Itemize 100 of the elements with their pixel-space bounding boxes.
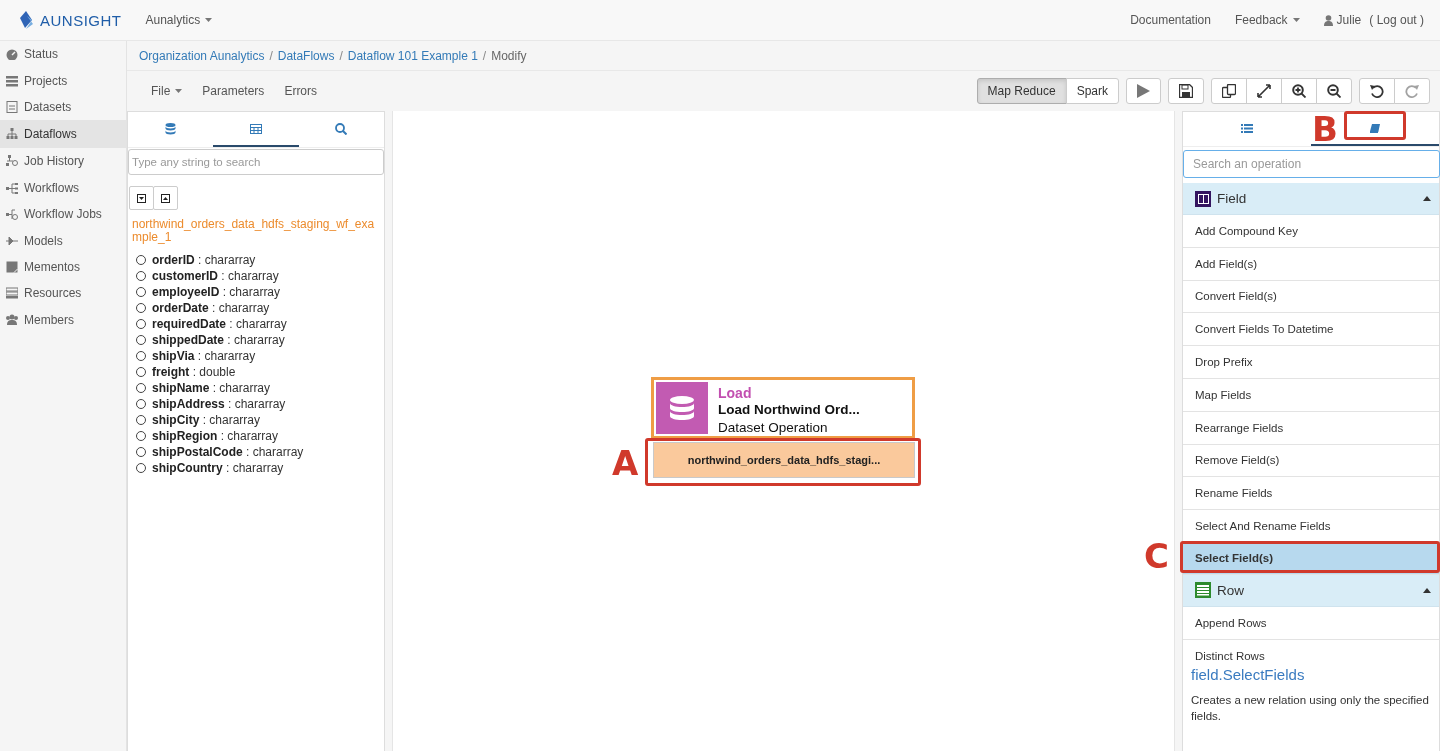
operation-title: field.SelectFields — [1191, 666, 1306, 683]
operation-description: Creates a new relation using only the specified fields. — [1191, 693, 1430, 724]
field-label: shipVia : chararray — [152, 349, 256, 363]
breadcrumb-link[interactable]: Organization Aunalytics — [139, 48, 265, 63]
field-label: shipName : chararray — [152, 381, 271, 395]
gauge-icon — [6, 48, 18, 61]
caret-icon — [175, 89, 183, 93]
sidebar-item[interactable]: Members — [0, 306, 126, 333]
breadcrumb-link[interactable]: Dataflow 101 Example 1 — [347, 48, 478, 63]
people-icon — [6, 313, 18, 326]
zoom-in-icon — [1292, 84, 1306, 98]
document-icon — [6, 100, 18, 113]
sidebar-item[interactable]: Resources — [0, 280, 126, 307]
hierarchy-icon — [6, 128, 18, 141]
node-subtitle: Dataset Operation — [718, 419, 829, 436]
highlight-frame — [1344, 111, 1406, 140]
redo-icon — [1405, 84, 1419, 98]
menu-link[interactable]: Errors — [274, 78, 328, 104]
breadcrumb-separator: / — [481, 48, 488, 63]
search-field[interactable]: Search an operation — [1183, 150, 1440, 178]
callout-label: B — [1312, 112, 1338, 146]
branch-icon — [6, 208, 18, 221]
callout-label: A — [612, 446, 639, 480]
breadcrumb-link[interactable]: DataFlows — [277, 48, 335, 63]
logout-link[interactable]: ( Log out ) — [1369, 9, 1424, 31]
field-label: shipCountry : chararray — [152, 461, 284, 475]
category-header[interactable]: Field — [1183, 183, 1439, 215]
collapse-all-button[interactable] — [129, 186, 154, 210]
expand-button[interactable] — [1246, 78, 1282, 104]
sidebar-item[interactable]: Datasets — [0, 93, 126, 121]
field-label: freight : double — [152, 365, 236, 379]
field-label: shippedDate : chararray — [152, 333, 285, 347]
field-label: shipAddress : chararray — [152, 397, 286, 411]
field-label: customerID : chararray — [152, 269, 279, 283]
callout-label: C — [1144, 539, 1169, 573]
node-category: Load — [718, 386, 753, 401]
note-icon — [6, 260, 18, 273]
expand-icon — [161, 193, 170, 203]
undo-icon — [1370, 84, 1384, 98]
collapse-icon — [137, 193, 146, 203]
database-icon — [165, 122, 177, 135]
menu-link[interactable]: Parameters — [192, 78, 275, 104]
engine-toggle[interactable]: Spark — [1065, 78, 1119, 104]
play-button[interactable] — [1126, 78, 1161, 104]
sidebar-item[interactable]: Workflows — [0, 174, 126, 201]
category-header[interactable]: Row — [1183, 574, 1439, 607]
zoom-out-button[interactable] — [1316, 78, 1352, 104]
field-label: orderID : chararray — [152, 253, 256, 267]
caret-icon — [205, 18, 213, 22]
sidebar-item[interactable]: Models — [0, 227, 126, 254]
list-icon — [1241, 123, 1253, 133]
field-label: shipPostalCode : chararray — [152, 445, 304, 459]
rows-icon — [1197, 584, 1209, 596]
zoom-out-icon — [1327, 84, 1341, 98]
expand-icon — [1257, 84, 1271, 98]
database-icon — [670, 396, 694, 420]
sidebar-item[interactable]: Job History — [0, 148, 126, 175]
undo-button[interactable] — [1359, 78, 1395, 104]
organization-menu[interactable]: Aunalytics — [145, 9, 213, 31]
zoom-in-button[interactable] — [1281, 78, 1317, 104]
feedback-menu[interactable]: Feedback — [1234, 9, 1300, 31]
collapse-caret-icon — [1423, 196, 1431, 201]
category-label: Row — [1217, 582, 1245, 598]
documentation-link[interactable]: Documentation — [1130, 9, 1211, 31]
field-label: shipRegion : chararray — [152, 429, 279, 443]
branch-icon — [6, 181, 18, 194]
sidebar-item[interactable]: Projects — [0, 67, 126, 94]
user-name: Julie — [1336, 13, 1362, 27]
book-icon — [1370, 123, 1380, 133]
sidebar-item[interactable]: Dataflows — [0, 120, 126, 149]
columns-icon — [1197, 193, 1209, 204]
file-menu[interactable]: File — [141, 78, 193, 104]
list-icon — [6, 74, 18, 87]
save-icon — [1179, 84, 1193, 98]
brand-name: AUNSIGHT — [40, 11, 122, 29]
stack-icon — [6, 287, 18, 300]
expand-all-button[interactable] — [153, 186, 178, 210]
arrow-icon — [6, 234, 18, 247]
hierarchy-icon — [6, 155, 18, 168]
caret-icon — [1292, 18, 1300, 22]
copy-icon — [1222, 84, 1236, 98]
search-icon — [335, 122, 348, 135]
dataset-name: northwind_orders_data_hdfs_staging_wf_example_1 — [131, 218, 376, 244]
sidebar-item[interactable]: Mementos — [0, 253, 126, 281]
category-label: Field — [1217, 191, 1248, 206]
search-field[interactable]: Type any string to search — [128, 149, 384, 175]
copy-button[interactable] — [1211, 78, 1247, 104]
play-icon — [1137, 84, 1150, 98]
breadcrumb-current: Modify — [491, 48, 527, 63]
user-icon — [1323, 14, 1333, 26]
logo-icon — [18, 10, 34, 30]
output-port[interactable]: northwind_orders_data_hdfs_stagi... — [653, 442, 915, 478]
save-button[interactable] — [1168, 78, 1204, 104]
sidebar-item[interactable]: Status — [0, 41, 126, 68]
operation-node[interactable]: Load Load Northwind Ord... Dataset Operation — [651, 377, 915, 439]
engine-toggle[interactable]: Map Reduce — [976, 78, 1067, 104]
sidebar-item[interactable]: Workflow Jobs — [0, 200, 126, 228]
field-label: orderDate : chararray — [152, 301, 270, 315]
field-label: requiredDate : chararray — [152, 317, 287, 331]
field-label: shipCity : chararray — [152, 413, 261, 427]
